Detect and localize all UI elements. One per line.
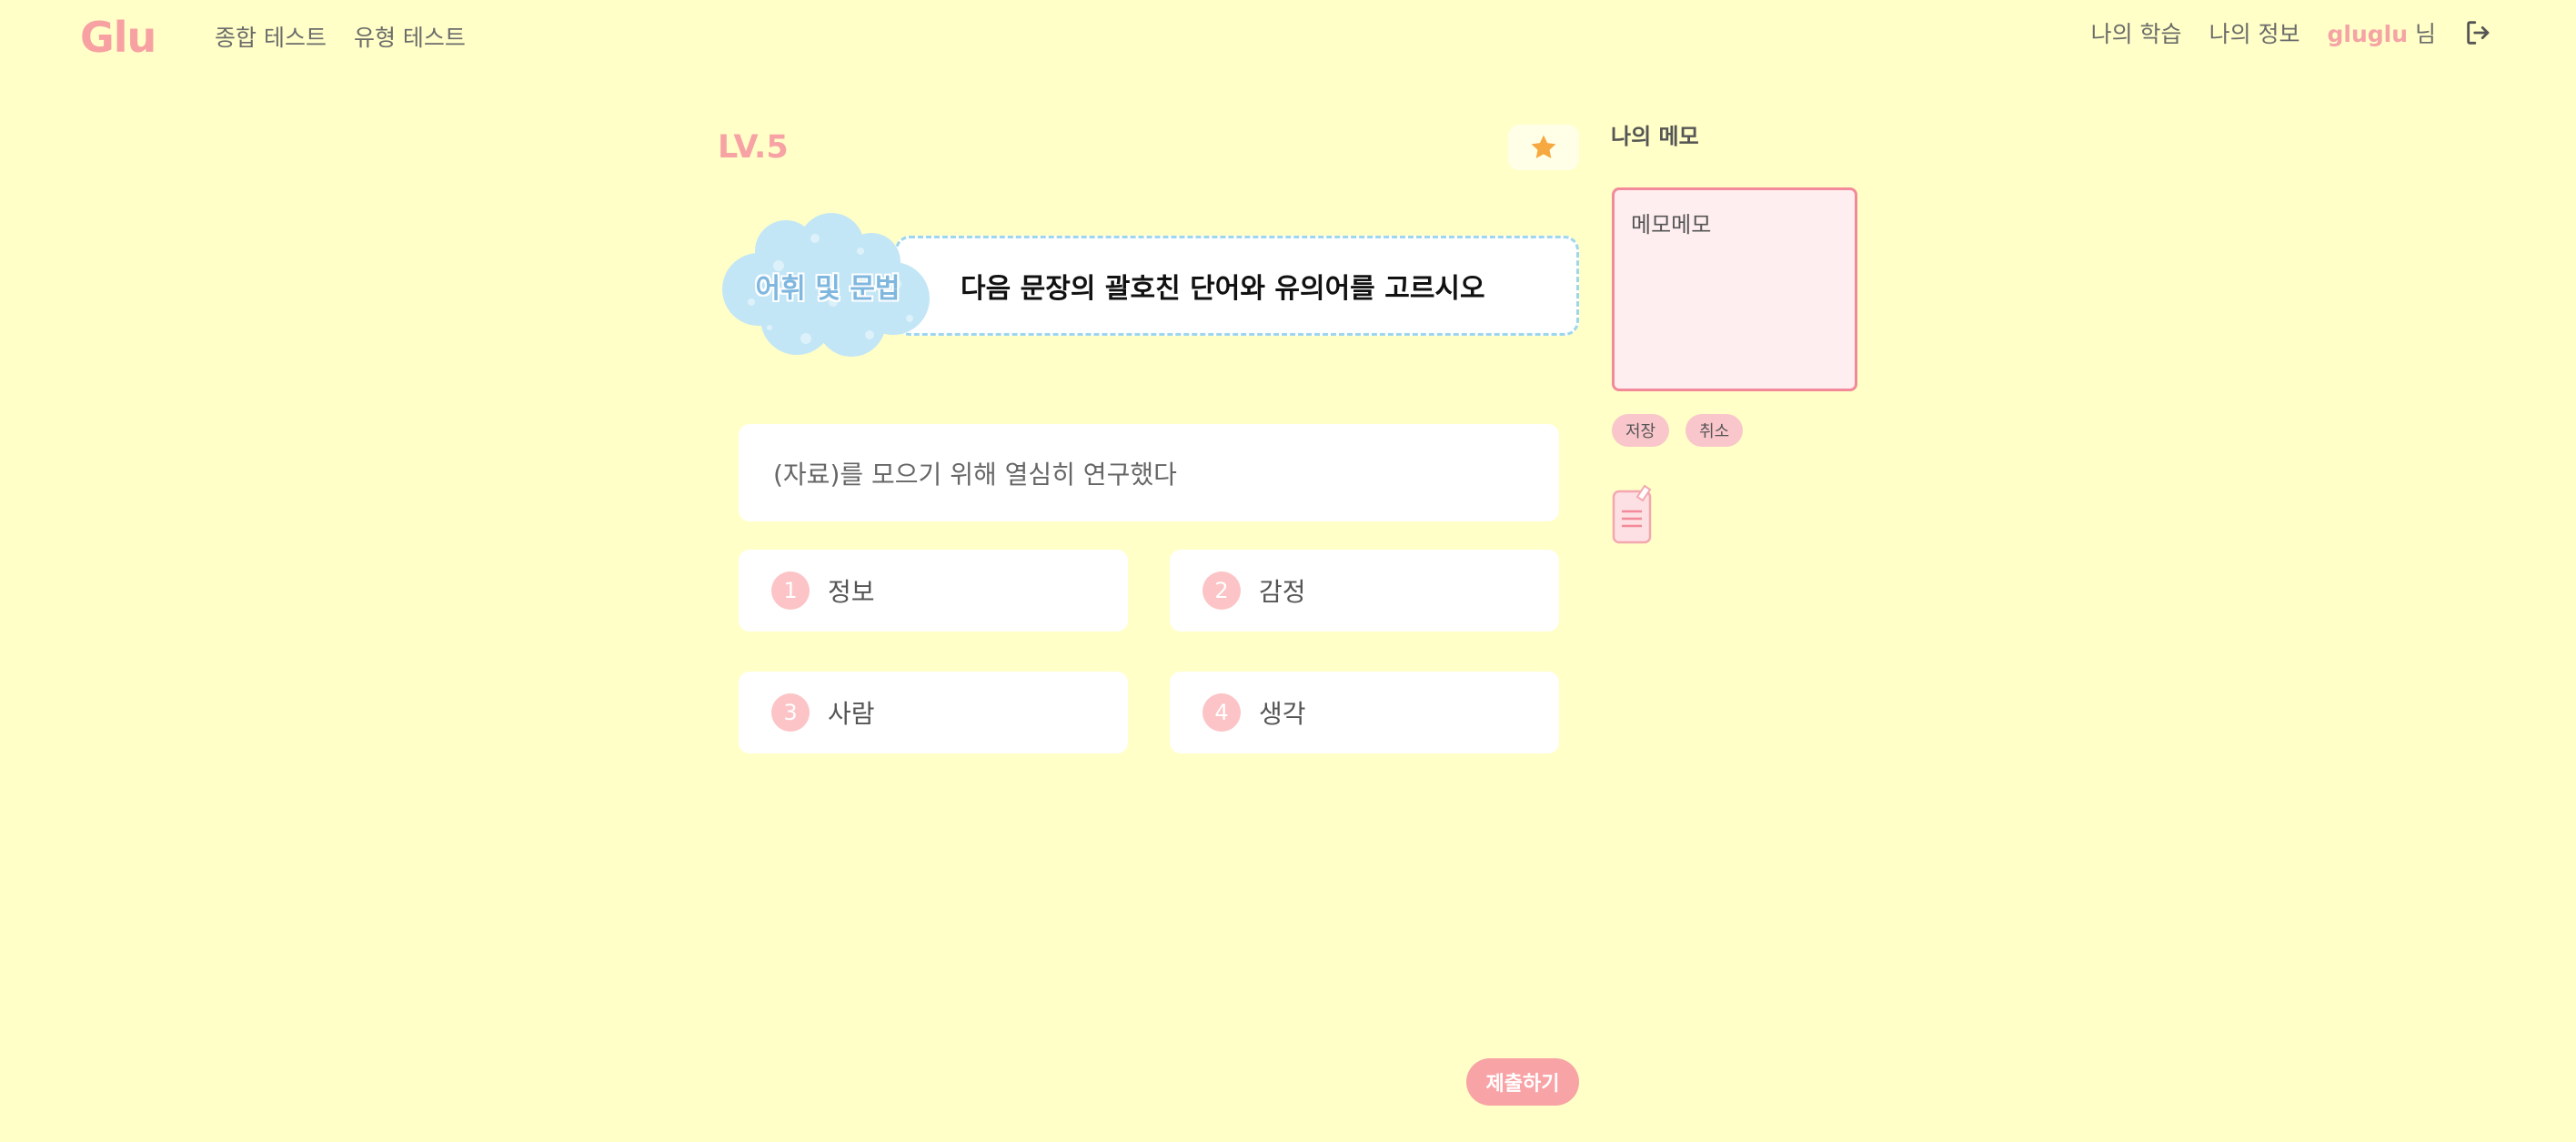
memo-cancel-button[interactable]: 취소 [1685,414,1744,447]
sentence-text: (자료)를 모으기 위해 열심히 연구했다 [773,459,1177,490]
star-icon [1531,135,1556,159]
option-text: 감정 [1259,577,1306,607]
username: gluglu [2327,21,2409,47]
option-number: 1 [771,571,810,610]
memo-buttons: 저장 취소 [1612,414,1744,447]
memo-textarea[interactable] [1612,187,1857,391]
option-text: 정보 [828,577,875,607]
user-greeting: gluglu 님 [2328,16,2436,49]
user-suffix: 님 [2408,21,2436,47]
option-3[interactable]: 3 사람 [739,672,1128,753]
option-text: 사람 [828,699,875,729]
submit-button[interactable]: 제출하기 [1466,1058,1579,1106]
nav-my-study[interactable]: 나의 학습 [2091,16,2182,49]
question-text: 다음 문장의 괄호친 단어와 유의어를 고르시오 [961,273,1485,305]
nav-my-info[interactable]: 나의 정보 [2209,16,2300,49]
option-number: 3 [771,693,810,732]
nav-type-test[interactable]: 유형 테스트 [354,20,466,53]
logo[interactable]: Glu [80,13,156,62]
memo-title: 나의 메모 [1611,124,1699,149]
option-text: 생각 [1259,699,1306,729]
sentence-box: (자료)를 모으기 위해 열심히 연구했다 [739,424,1559,521]
option-1[interactable]: 1 정보 [739,550,1128,632]
logout-icon[interactable] [2463,17,2494,48]
main-nav: 종합 테스트 유형 테스트 [215,20,466,53]
nav-comprehensive-test[interactable]: 종합 테스트 [215,20,327,53]
category-label: 어휘 및 문법 [755,273,901,305]
option-2[interactable]: 2 감정 [1170,550,1559,632]
memo-save-button[interactable]: 저장 [1612,414,1670,447]
memo-pad-icon[interactable] [1610,482,1655,546]
level-label: LV.5 [718,129,789,166]
option-number: 2 [1202,571,1241,610]
header-user-area: 나의 학습 나의 정보 gluglu 님 [2091,16,2494,49]
option-number: 4 [1202,693,1241,732]
option-4[interactable]: 4 생각 [1170,672,1559,753]
favorite-button[interactable] [1508,125,1579,170]
